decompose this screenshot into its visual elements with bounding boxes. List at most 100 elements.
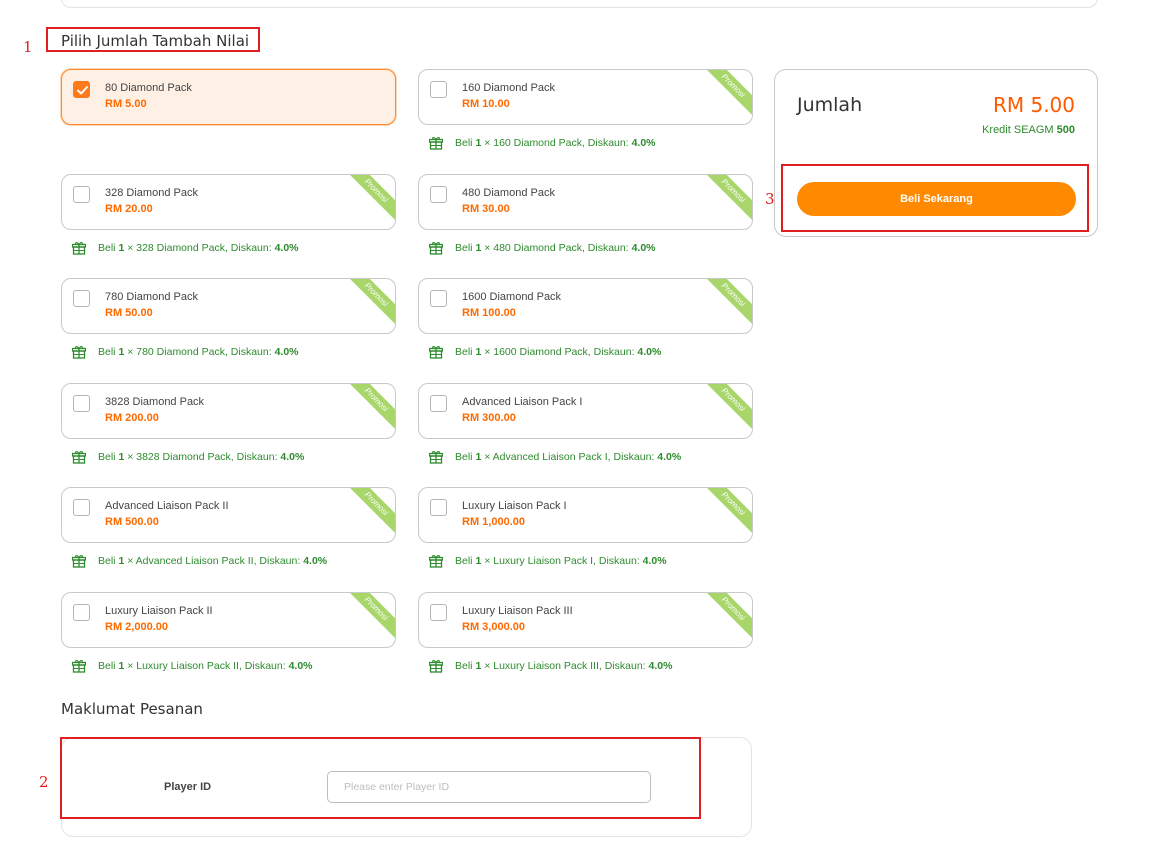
section-title-order-info: Maklumat Pesanan: [61, 700, 203, 718]
previous-section-card: [61, 0, 1098, 8]
pack-price: RM 10.00: [462, 98, 510, 110]
gift-icon: [71, 241, 87, 255]
pack-card[interactable]: 160 Diamond Pack RM 10.00 Promosi: [418, 69, 753, 125]
checkbox-checked[interactable]: [73, 81, 90, 98]
pack-card[interactable]: 328 Diamond Pack RM 20.00 Promosi: [61, 174, 396, 230]
gift-icon: [428, 345, 444, 359]
promo-ribbon: Promosi: [700, 70, 752, 119]
promo-text: Beli 1 × 480 Diamond Pack, Diskaun: 4.0%: [455, 242, 656, 254]
pack-price: RM 30.00: [462, 203, 510, 215]
promo-ribbon: Promosi: [700, 279, 752, 328]
pack-card[interactable]: 480 Diamond Pack RM 30.00 Promosi: [418, 174, 753, 230]
promo-line: Beli 1 × 328 Diamond Pack, Diskaun: 4.0%: [71, 241, 299, 255]
pack-name: 780 Diamond Pack: [105, 291, 198, 303]
checkbox[interactable]: [430, 395, 447, 412]
promo-text: Beli 1 × 780 Diamond Pack, Diskaun: 4.0%: [98, 346, 299, 358]
gift-icon: [71, 450, 87, 464]
pack-name: 3828 Diamond Pack: [105, 396, 205, 408]
pack-card[interactable]: 80 Diamond Pack RM 5.00: [61, 69, 396, 125]
checkbox[interactable]: [430, 604, 447, 621]
promo-ribbon: Promosi: [343, 593, 395, 642]
pack-price: RM 20.00: [105, 203, 153, 215]
checkmark-icon: [77, 86, 88, 95]
pack-card[interactable]: 780 Diamond Pack RM 50.00 Promosi: [61, 278, 396, 334]
promo-line: Beli 1 × 480 Diamond Pack, Diskaun: 4.0%: [428, 241, 656, 255]
pack-price: RM 200.00: [105, 412, 159, 424]
pack-name: Advanced Liaison Pack II: [105, 500, 229, 512]
checkbox[interactable]: [430, 290, 447, 307]
promo-line: Beli 1 × 3828 Diamond Pack, Diskaun: 4.0…: [71, 450, 305, 464]
checkbox[interactable]: [73, 604, 90, 621]
pack-name: Luxury Liaison Pack III: [462, 605, 573, 617]
promo-ribbon: Promosi: [700, 175, 752, 224]
gift-icon: [71, 659, 87, 673]
promo-ribbon: Promosi: [700, 384, 752, 433]
pack-name: 160 Diamond Pack: [462, 82, 555, 94]
annotation-number-1: 1: [23, 38, 33, 56]
pack-name: 1600 Diamond Pack: [462, 291, 562, 303]
annotation-box-3: [781, 164, 1089, 232]
promo-text: Beli 1 × Advanced Liaison Pack II, Diska…: [98, 555, 328, 567]
summary-label: Jumlah: [797, 94, 863, 116]
promo-text: Beli 1 × 160 Diamond Pack, Diskaun: 4.0%: [455, 137, 656, 149]
pack-name: 480 Diamond Pack: [462, 187, 555, 199]
promo-line: Beli 1 × 780 Diamond Pack, Diskaun: 4.0%: [71, 345, 299, 359]
pack-price: RM 2,000.00: [105, 621, 168, 633]
pack-card[interactable]: Luxury Liaison Pack II RM 2,000.00 Promosi: [61, 592, 396, 648]
pack-price: RM 1,000.00: [462, 516, 525, 528]
summary-credit: Kredit SEAGM 500: [982, 124, 1075, 136]
pack-card[interactable]: Luxury Liaison Pack I RM 1,000.00 Promosi: [418, 487, 753, 543]
gift-icon: [428, 659, 444, 673]
promo-ribbon: Promosi: [343, 175, 395, 224]
promo-ribbon: Promosi: [343, 488, 395, 537]
pack-card[interactable]: Luxury Liaison Pack III RM 3,000.00 Promos…: [418, 592, 753, 648]
gift-icon: [428, 241, 444, 255]
credit-label: Kredit SEAGM: [982, 124, 1057, 136]
promo-text: Beli 1 × 328 Diamond Pack, Diskaun: 4.0%: [98, 242, 299, 254]
annotation-box-1: [46, 27, 260, 52]
gift-icon: [428, 136, 444, 150]
pack-price: RM 5.00: [105, 98, 147, 110]
pack-price: RM 3,000.00: [462, 621, 525, 633]
promo-ribbon: Promosi: [343, 384, 395, 433]
gift-icon: [428, 450, 444, 464]
promo-line: Beli 1 × 1600 Diamond Pack, Diskaun: 4.0…: [428, 345, 662, 359]
promo-line: Beli 1 × Advanced Liaison Pack II, Diska…: [71, 554, 328, 568]
checkbox[interactable]: [430, 499, 447, 516]
annotation-box-2: [60, 737, 701, 819]
pack-name: Luxury Liaison Pack I: [462, 500, 567, 512]
gift-icon: [428, 554, 444, 568]
gift-icon: [71, 554, 87, 568]
promo-line: Beli 1 × Advanced Liaison Pack I, Diskau…: [428, 450, 681, 464]
promo-text: Beli 1 × 1600 Diamond Pack, Diskaun: 4.0…: [455, 346, 662, 358]
pack-name: Advanced Liaison Pack I: [462, 396, 583, 408]
pack-card[interactable]: 3828 Diamond Pack RM 200.00 Promosi: [61, 383, 396, 439]
promo-line: Beli 1 × Luxury Liaison Pack I, Diskaun:…: [428, 554, 667, 568]
gift-icon: [71, 345, 87, 359]
promo-text: Beli 1 × Luxury Liaison Pack I, Diskaun:…: [455, 555, 667, 567]
checkbox[interactable]: [430, 186, 447, 203]
checkbox[interactable]: [73, 186, 90, 203]
checkbox[interactable]: [73, 499, 90, 516]
annotation-number-2: 2: [39, 773, 49, 791]
checkbox[interactable]: [73, 395, 90, 412]
pack-card[interactable]: 1600 Diamond Pack RM 100.00 Promosi: [418, 278, 753, 334]
pack-name: Luxury Liaison Pack II: [105, 605, 213, 617]
pack-card[interactable]: Advanced Liaison Pack II RM 500.00 Promosi: [61, 487, 396, 543]
promo-ribbon: Promosi: [700, 593, 752, 642]
checkbox[interactable]: [73, 290, 90, 307]
pack-name: 328 Diamond Pack: [105, 187, 198, 199]
checkbox[interactable]: [430, 81, 447, 98]
pack-price: RM 300.00: [462, 412, 516, 424]
summary-total: RM 5.00: [992, 93, 1075, 117]
pack-card[interactable]: Advanced Liaison Pack I RM 300.00 Promosi: [418, 383, 753, 439]
pack-price: RM 500.00: [105, 516, 159, 528]
promo-text: Beli 1 × 3828 Diamond Pack, Diskaun: 4.0…: [98, 451, 305, 463]
promo-line: Beli 1 × Luxury Liaison Pack II, Diskaun…: [71, 659, 313, 673]
promo-ribbon: Promosi: [700, 488, 752, 537]
promo-text: Beli 1 × Luxury Liaison Pack II, Diskaun…: [98, 660, 313, 672]
promo-line: Beli 1 × 160 Diamond Pack, Diskaun: 4.0%: [428, 136, 656, 150]
promo-ribbon: Promosi: [343, 279, 395, 328]
pack-price: RM 50.00: [105, 307, 153, 319]
pack-name: 80 Diamond Pack: [105, 82, 192, 94]
